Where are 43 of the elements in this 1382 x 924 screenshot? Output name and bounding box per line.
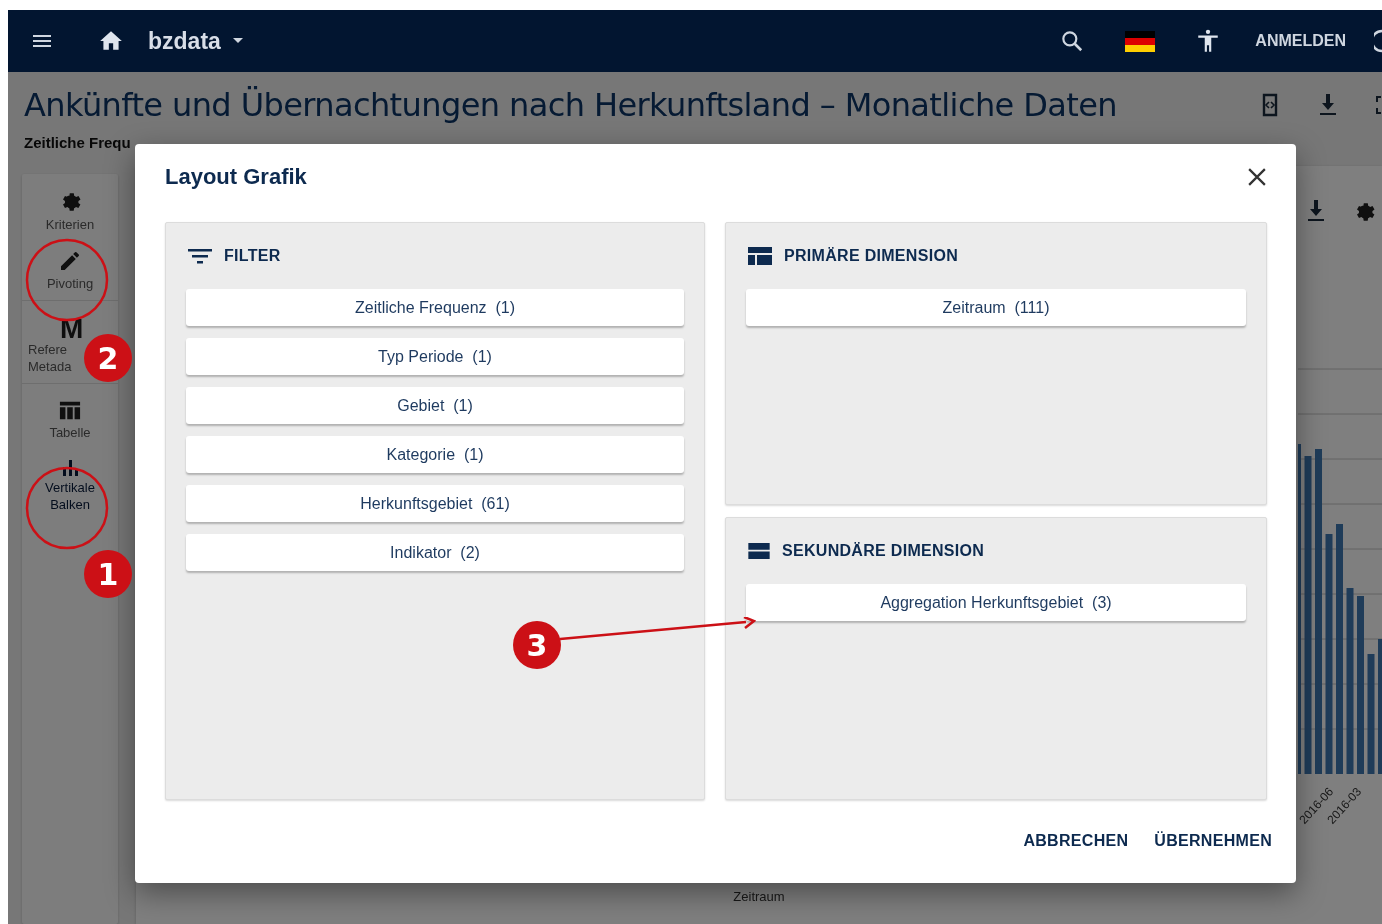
sidebar-item[interactable]: Kriterien [22,178,118,237]
dimension-chip[interactable]: Zeitraum (111) [746,289,1246,326]
login-button[interactable]: ANMELDEN [1251,26,1350,56]
table-icon [58,400,82,422]
caret-icon[interactable] [232,38,243,44]
download-icon[interactable] [1306,200,1326,222]
axis-title: Zeitraum [733,889,785,904]
dialog-title: Layout Grafik [165,164,307,190]
table-header-icon [748,247,772,265]
avatar-icon[interactable] [1374,29,1382,53]
pencil-icon [58,249,82,273]
close-icon[interactable] [1248,168,1266,186]
flag-icon[interactable] [1125,30,1156,52]
sidebar-label: Pivoting [46,275,94,292]
page-title: Ankünfte und Übernachtungen nach Herkunftsland – Monatliche Daten [24,86,1118,124]
fullscreen-icon[interactable] [1376,96,1382,114]
sidebar-label: Metada [28,358,72,375]
apply-button[interactable]: ÜBERNEHMEN [1150,826,1276,856]
app-name[interactable]: bzdata [148,27,221,55]
dimension-chip[interactable]: Kategorie (1) [186,436,684,473]
rows-icon [748,543,770,559]
dimension-chip[interactable]: Zeitliche Frequenz (1) [186,289,684,326]
sidebar-label: Tabelle [49,424,91,441]
dimension-chip[interactable]: Aggregation Herkunftsgebiet (3) [746,584,1246,621]
dimension-chip[interactable]: Herkunftsgebiet (61) [186,485,684,522]
download-icon[interactable] [1318,94,1338,116]
panel-title: FILTER [224,247,281,265]
filter-icon [188,247,212,265]
dimension-chip[interactable]: Typ Periode (1) [186,338,684,375]
dimension-chip[interactable]: Indikator (2) [186,534,684,571]
cancel-button[interactable]: ABBRECHEN [1019,826,1133,856]
sidebar-item[interactable]: Vertikale Balken [22,445,118,517]
panel-title: PRIMÄRE DIMENSION [784,247,958,265]
sidebar-label: Kriterien [45,216,95,233]
criteria-summary: Zeitliche Frequ [23,133,132,152]
sidebar-label: Balken [50,496,90,513]
sidebar-label: Vertikale [45,479,95,496]
code-icon[interactable] [1260,93,1280,117]
dimension-chip[interactable]: Gebiet (1) [186,387,684,424]
bar-chart-icon [60,457,80,477]
panel-title: SEKUNDÄRE DIMENSION [782,542,985,560]
sidebar-label: Refere [28,341,68,358]
sidebar-item[interactable]: Pivoting [22,237,118,296]
